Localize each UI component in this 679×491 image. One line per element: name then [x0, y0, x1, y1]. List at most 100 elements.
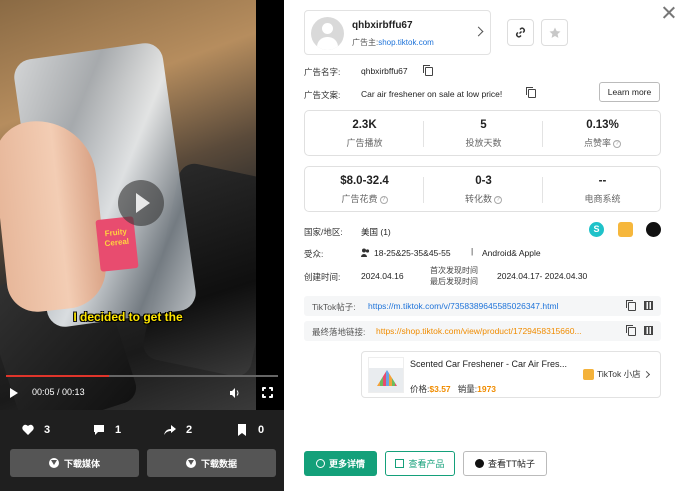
metric-ad-spend: $8.0-32.4 广告花费?	[305, 167, 424, 213]
saves-stat: 0	[236, 424, 264, 436]
qr-code-icon[interactable]	[644, 301, 653, 310]
advertiser-card[interactable]: qhbxirbffu67 广告主:shop.tiktok.com	[304, 10, 491, 55]
audience-os: Android& Apple	[482, 248, 541, 258]
external-link-icon	[395, 459, 405, 468]
tiktok-icon	[475, 459, 484, 468]
metric-label: 电商系统	[584, 194, 621, 204]
duration: 00:13	[62, 387, 85, 397]
metric-like-rate: 0.13% 点赞率?	[543, 111, 662, 157]
copy-icon[interactable]	[626, 325, 636, 336]
close-icon[interactable]	[662, 6, 675, 19]
learn-more-button[interactable]: Learn more	[599, 82, 660, 102]
ad-detail-modal: Fruity Cereal I decided to get the 00:05…	[0, 0, 679, 491]
metric-value: 0.13%	[586, 119, 619, 131]
copy-icon[interactable]	[626, 300, 636, 311]
advertiser-name: qhbxirbffu67	[352, 20, 413, 31]
fullscreen-icon[interactable]	[262, 387, 273, 398]
likes-stat: 3	[22, 424, 50, 436]
region-value: 美国 (1)	[361, 227, 391, 237]
product-card[interactable]: Scented Car Freshener - Car Air Fres... …	[361, 351, 661, 398]
tiktok-post-label: TikTok帖子:	[312, 302, 356, 312]
tiktok-post-row: TikTok帖子: https://m.tiktok.com/v/7358389…	[304, 296, 661, 316]
price-label: 价格:	[410, 384, 430, 394]
ad-name-label: 广告名字:	[304, 67, 341, 77]
created-label: 创建时间:	[304, 272, 341, 282]
view-product-button[interactable]: 查看产品	[385, 451, 455, 476]
people-icon	[361, 248, 370, 257]
copy-icon[interactable]	[526, 87, 536, 98]
landing-label: 最终落地链接:	[312, 327, 366, 337]
video-player[interactable]: Fruity Cereal I decided to get the 00:05…	[0, 0, 284, 410]
first-seen-label: 首次发现时间	[430, 266, 478, 275]
link-button[interactable]	[507, 19, 534, 46]
engagement-stats: 3 1 2 0	[0, 420, 284, 444]
advertiser-owner: 广告主:shop.tiktok.com	[352, 37, 434, 48]
region-label: 国家/地区:	[304, 227, 343, 237]
metric-ad-plays: 2.3K 广告播放	[305, 111, 424, 157]
favorite-button[interactable]	[541, 19, 568, 46]
shop-label: TikTok 小店	[597, 369, 641, 379]
download-data-button[interactable]: 下载数据	[147, 449, 276, 477]
more-details-button[interactable]: 更多详情	[304, 451, 377, 476]
ad-copy-label: 广告文案:	[304, 90, 341, 100]
seen-range: 2024.04.17- 2024.04.30	[497, 271, 588, 281]
metric-label: 转化数?	[424, 192, 543, 205]
download-media-label: 下载媒体	[63, 458, 100, 469]
shares-count: 2	[186, 424, 193, 436]
audience-age: 18-25&25-35&45-55	[374, 248, 451, 258]
metric-value: --	[598, 175, 607, 187]
metric-label: 投放天数	[465, 138, 502, 148]
likes-count: 3	[44, 424, 51, 436]
bookmark-icon	[238, 424, 246, 436]
current-time: 00:05	[32, 387, 55, 397]
metric-days: 5 投放天数	[424, 111, 543, 157]
video-progress-bar[interactable]	[6, 375, 278, 377]
help-icon[interactable]: ?	[613, 139, 621, 148]
metric-label: 广告花费?	[305, 192, 424, 205]
video-caption: I decided to get the	[73, 310, 183, 324]
comment-icon	[94, 425, 104, 435]
landing-link[interactable]: https://shop.tiktok.com/view/product/172…	[376, 326, 610, 336]
product-sales: 1973	[477, 384, 497, 394]
view-tt-post-label: 查看TT帖子	[488, 459, 535, 469]
metric-value: $8.0-32.4	[340, 175, 389, 187]
metric-label-text: 转化数	[464, 194, 492, 204]
heart-icon	[22, 424, 34, 435]
play-icon[interactable]	[10, 388, 18, 398]
download-media-button[interactable]: 下载媒体	[10, 449, 139, 477]
video-time: 00:05 / 00:13	[32, 387, 85, 397]
sales-label: 销量:	[457, 384, 478, 394]
download-icon	[185, 458, 196, 468]
metrics-bottom: $8.0-32.4 广告花费? 0-3 转化数? -- 电商系统	[304, 166, 661, 212]
download-data-label: 下载数据	[200, 458, 237, 469]
owner-link[interactable]: shop.tiktok.com	[378, 38, 434, 47]
metric-label-text: 点赞率	[583, 138, 611, 148]
video-progress-fill	[6, 375, 110, 377]
volume-icon[interactable]	[230, 388, 240, 398]
metric-value: 2.3K	[352, 119, 377, 131]
metric-value: 0-3	[475, 175, 492, 187]
last-seen-label: 最后发现时间	[430, 277, 478, 286]
tiktok-post-link[interactable]: https://m.tiktok.com/v/73583896455850263…	[368, 301, 618, 311]
play-overlay-icon[interactable]	[118, 180, 164, 226]
download-icon	[48, 458, 59, 468]
chevron-right-icon	[473, 26, 484, 37]
metric-conversions: 0-3 转化数?	[424, 167, 543, 213]
audience-label: 受众:	[304, 249, 324, 259]
comments-count: 1	[115, 424, 122, 436]
qr-code-icon[interactable]	[644, 326, 653, 335]
share-icon	[164, 425, 176, 435]
metric-label: 点赞率?	[543, 136, 662, 149]
saves-count: 0	[258, 424, 265, 436]
tiktok-shop-link[interactable]: TikTok 小店	[583, 368, 650, 380]
owner-label: 广告主:	[352, 38, 379, 47]
copy-icon[interactable]	[423, 65, 433, 76]
help-icon[interactable]: ?	[379, 195, 388, 204]
product-price-row: 价格:$3.57 销量:1973	[410, 383, 496, 395]
help-icon[interactable]: ?	[494, 195, 502, 204]
ad-copy-value: Car air freshener on sale at low price!	[361, 89, 503, 99]
tiktok-icon	[646, 222, 661, 237]
view-tt-post-button[interactable]: 查看TT帖子	[463, 451, 547, 476]
comments-stat: 1	[93, 424, 121, 436]
metric-value: 5	[480, 119, 487, 131]
